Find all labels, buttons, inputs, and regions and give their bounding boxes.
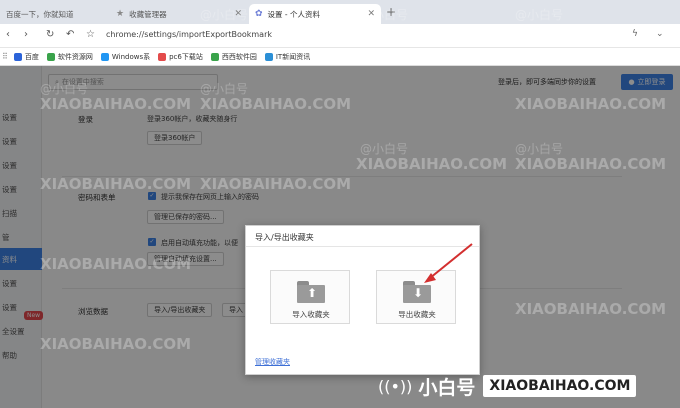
watermark: @小白号: [40, 82, 89, 96]
site-icon: [100, 52, 109, 61]
tab-title: 百度一下，你就知道: [6, 9, 74, 19]
brand-domain: XIAOBAIHAO.COM: [483, 375, 637, 397]
site-icon: [264, 52, 273, 61]
url-field[interactable]: chrome://settings/importExportBookmark: [106, 30, 272, 39]
watermark: @小白号: [200, 82, 249, 96]
site-icon: [158, 52, 167, 61]
broadcast-icon: ((•)): [378, 376, 413, 396]
folder-import-icon: ⬆: [297, 281, 325, 303]
bookmarks-bar: ⠿ 百度 软件资源网 Windows系 pc6下载站 西西软件园 IT新闻资讯: [0, 48, 680, 66]
bookmark-item[interactable]: Windows系: [100, 52, 150, 62]
manage-bookmarks-link[interactable]: 管理收藏夹: [255, 357, 290, 367]
forward-icon[interactable]: ›: [24, 29, 28, 40]
bookmark-item[interactable]: 软件资源网: [46, 52, 93, 62]
import-label: 导入收藏夹: [292, 310, 330, 319]
tab-title: 收藏管理器: [129, 9, 167, 19]
baidu-icon: [13, 52, 22, 61]
refresh-icon[interactable]: ↻: [46, 29, 54, 40]
tab-baidu[interactable]: 百度一下，你就知道: [0, 4, 110, 24]
annotation-arrow-icon: [424, 243, 473, 283]
lightning-icon[interactable]: ϟ: [632, 29, 638, 39]
address-bar: ‹ › ↻ ↶ ☆ chrome://settings/importExport…: [0, 24, 680, 48]
bookmark-item[interactable]: 西西软件园: [210, 52, 257, 62]
chevron-down-icon[interactable]: ⌄: [656, 29, 664, 39]
back-icon[interactable]: ‹: [6, 29, 10, 40]
watermark: @小白号: [200, 8, 249, 22]
undo-icon[interactable]: ↶: [66, 29, 74, 40]
tab-title: 设置 - 个人资料: [267, 9, 321, 19]
watermark: @小白号: [360, 142, 409, 156]
site-icon: [46, 52, 55, 61]
dialog-title: 导入/导出收藏夹: [255, 233, 314, 242]
watermark: @小白号: [515, 142, 564, 156]
star-icon[interactable]: ☆: [86, 29, 95, 40]
brand-watermark: ((•)) 小白号 XIAOBAIHAO.COM: [378, 370, 680, 402]
brand-name: 小白号: [418, 376, 476, 399]
apps-icon[interactable]: ⠿: [2, 52, 8, 61]
bookmark-item[interactable]: pc6下载站: [158, 52, 203, 62]
import-bookmarks-card[interactable]: ⬆ 导入收藏夹: [270, 270, 350, 324]
watermark: @小白号: [515, 8, 564, 22]
watermark: @小白号: [360, 8, 409, 22]
bookmark-item[interactable]: IT新闻资讯: [264, 52, 310, 62]
star-icon: ★: [116, 9, 125, 19]
tab-bar: 百度一下，你就知道 ★ 收藏管理器 ✕ ✿ 设置 - 个人资料 ✕ +: [0, 0, 680, 24]
site-icon: [210, 52, 219, 61]
export-label: 导出收藏夹: [398, 310, 436, 319]
bookmark-item[interactable]: 百度: [13, 52, 39, 62]
gear-icon: ✿: [255, 9, 263, 19]
